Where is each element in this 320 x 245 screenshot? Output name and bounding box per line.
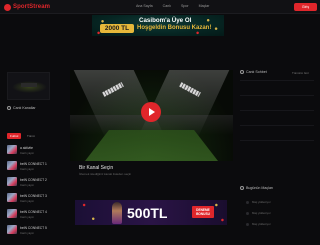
channel-title: beIN CONNECT 4 xyxy=(20,210,47,214)
bonus-badge: DENEME BONUSU xyxy=(192,206,214,218)
radio-icon xyxy=(240,186,244,190)
player-title: Bir Kanal Seçin xyxy=(79,165,114,171)
channel-title: beIN CONNECT 1 xyxy=(20,162,47,166)
list-item[interactable]: beIN CONNECT 3 Canlı yayın xyxy=(7,193,65,209)
chat-area xyxy=(240,80,314,165)
section-title: Bugünün Maçları xyxy=(246,186,274,190)
channel-subtitle: Canlı yayın xyxy=(20,199,34,203)
status-dot-icon xyxy=(246,211,249,215)
radio-icon xyxy=(240,70,244,74)
radio-icon xyxy=(7,106,11,110)
divider xyxy=(240,125,314,126)
site-logo[interactable]: SportStream xyxy=(4,3,50,11)
nav-item-sport[interactable]: Spor xyxy=(181,4,189,8)
list-item[interactable]: a aktivite Canlı yayın xyxy=(7,145,65,161)
divider xyxy=(240,140,314,141)
channel-subtitle: Canlı yayın xyxy=(20,231,34,235)
status-dot-icon xyxy=(246,222,249,226)
channel-subtitle: Canlı yayın xyxy=(20,183,34,187)
matches-list: Maç yükleniyor Maç yükleniyor Maç yüklen… xyxy=(246,200,271,226)
match-label: Maç yükleniyor xyxy=(252,211,271,215)
player-subtitle: İzlemek istediğiniz kanalı listeden seçi… xyxy=(79,172,132,176)
banner-subtitle: Hoşgeldin Bonusu Kazan! xyxy=(137,25,212,31)
side-ad-banner[interactable] xyxy=(7,72,50,100)
channel-tabs: Futbol Tümü xyxy=(7,133,36,139)
top-ad-banner[interactable]: Casibom'a Üye Ol 2000 TL Hoşgeldin Bonus… xyxy=(92,15,224,36)
channel-title: a aktivite xyxy=(20,146,34,150)
section-title: Canlı Sohbet xyxy=(246,70,267,74)
list-item[interactable]: beIN CONNECT 4 Canlı yayın xyxy=(7,209,65,225)
bottom-ad-banner[interactable]: 500TL DENEME BONUSU xyxy=(75,200,227,225)
banner-amount: 2000 TL xyxy=(100,24,134,33)
live-channels-header: Canlı Kanallar xyxy=(7,106,36,110)
channel-thumbnail xyxy=(7,177,17,186)
play-button-icon[interactable] xyxy=(141,102,161,122)
match-label: Maç yükleniyor xyxy=(252,200,271,204)
channel-thumbnail xyxy=(7,225,17,234)
site-name: SportStream xyxy=(13,4,51,10)
play-circle-icon xyxy=(4,3,11,11)
channel-subtitle: Canlı yayın xyxy=(20,151,34,155)
see-all-link[interactable]: Tümünü Gör xyxy=(292,71,309,75)
channel-subtitle: Canlı yayın xyxy=(20,167,34,171)
list-item[interactable]: beIN CONNECT 5 Canlı yayın xyxy=(7,225,65,241)
banner-amount: 500TL xyxy=(127,205,168,221)
channel-thumbnail xyxy=(7,161,17,170)
nav-item-live[interactable]: Canlı xyxy=(163,4,171,8)
list-item[interactable]: beIN CONNECT 1 Canlı yayın xyxy=(7,161,65,177)
top-navigation-bar: SportStream Ana Sayfa Canlı Spor Maçlar … xyxy=(0,0,320,14)
channel-list: a aktivite Canlı yayın beIN CONNECT 1 Canl… xyxy=(7,145,65,241)
login-button[interactable]: Giriş xyxy=(294,3,317,11)
list-item[interactable]: Maç yükleniyor xyxy=(246,200,271,204)
tab-football[interactable]: Futbol xyxy=(7,133,21,139)
banner-figure xyxy=(112,202,122,224)
badge-line-2: BONUSU xyxy=(196,212,210,216)
list-item[interactable]: Maç yükleniyor xyxy=(246,222,271,226)
divider xyxy=(240,80,314,81)
today-matches-header: Bugünün Maçları xyxy=(240,186,273,190)
divider xyxy=(240,95,314,96)
live-chat-header: Canlı Sohbet xyxy=(240,70,267,74)
channel-subtitle: Canlı yayın xyxy=(20,215,34,219)
channel-title: beIN CONNECT 2 xyxy=(20,178,47,182)
nav-item-home[interactable]: Ana Sayfa xyxy=(136,4,153,8)
channel-title: beIN CONNECT 3 xyxy=(20,194,47,198)
channel-thumbnail xyxy=(7,145,17,154)
video-player[interactable] xyxy=(70,70,233,161)
tab-all[interactable]: Tümü xyxy=(24,133,36,139)
banner-title: Casibom'a Üye Ol xyxy=(139,17,192,24)
channel-thumbnail xyxy=(7,209,17,218)
banner-logo xyxy=(21,83,37,87)
channel-thumbnail xyxy=(7,193,17,202)
section-title: Canlı Kanallar xyxy=(13,106,36,110)
status-dot-icon xyxy=(246,200,249,204)
channel-title: beIN CONNECT 5 xyxy=(20,226,47,230)
list-item[interactable]: beIN CONNECT 2 Canlı yayın xyxy=(7,177,65,193)
nav-item-matches[interactable]: Maçlar xyxy=(199,4,210,8)
divider xyxy=(240,110,314,111)
list-item[interactable]: Maç yükleniyor xyxy=(246,211,271,215)
main-nav: Ana Sayfa Canlı Spor Maçlar xyxy=(136,4,209,8)
match-label: Maç yükleniyor xyxy=(252,222,271,226)
